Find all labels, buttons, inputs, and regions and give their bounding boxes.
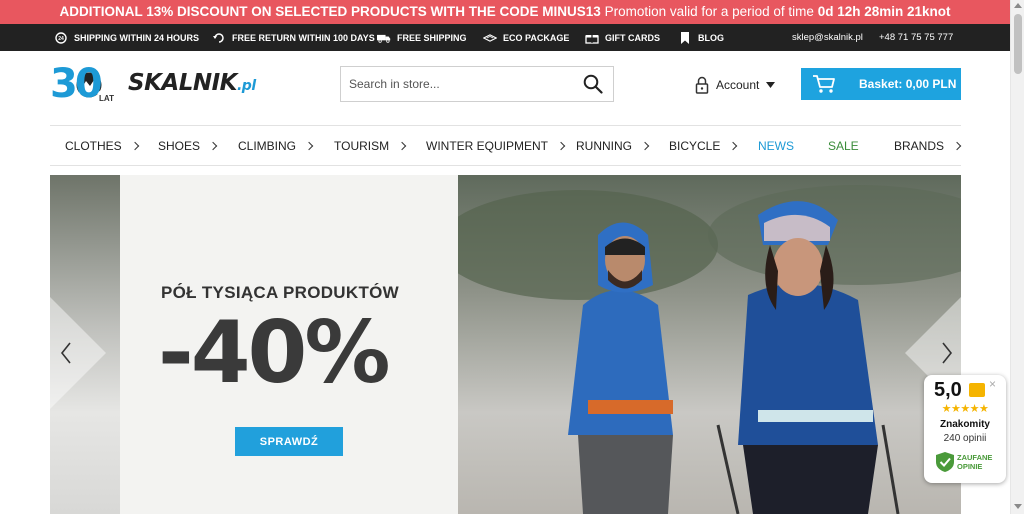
logo-tld: .pl [236, 78, 256, 94]
trust-rating-widget[interactable]: 5,0 × ★★★★★ Znakomity 240 opinii ZAUFANE… [924, 375, 1006, 483]
chevron-right-icon [729, 141, 738, 150]
svg-text:24: 24 [58, 36, 64, 42]
nav-item-label: RUNNING [576, 138, 632, 153]
chevron-right-icon [952, 141, 962, 150]
nav-item-news[interactable]: NEWS [758, 126, 794, 165]
page: ADDITIONAL 13% DISCOUNT ON SELECTED PROD… [0, 0, 1024, 514]
badge-line-1: ZAUFANE [957, 453, 993, 462]
chevron-right-icon [640, 141, 650, 150]
infobar-label: BLOG [698, 32, 724, 43]
nav-item-label: WINTER EQUIPMENT [426, 138, 548, 153]
thumbs-up-icon [969, 383, 985, 397]
caret-down-icon [766, 82, 776, 88]
nav-item-label: TOURISM [334, 138, 390, 153]
hero-banner[interactable]: PÓŁ TYSIĄCA PRODUKTÓW -40% SPRAWDŹ [50, 175, 961, 514]
nav-item-label: NEWS [758, 138, 794, 153]
bookmark-icon [681, 31, 689, 44]
nav-item-label: SHOES [158, 138, 201, 153]
account-label: Account [716, 78, 760, 92]
rating-stars: ★★★★★ [941, 403, 989, 415]
banner-cta-button[interactable]: SPRAWDŹ [235, 427, 343, 456]
lock-icon [695, 76, 709, 94]
return-icon [213, 32, 224, 43]
rating-label: Znakomity [939, 419, 990, 430]
infobar-label: FREE SHIPPING [397, 32, 467, 43]
hikers-illustration [438, 185, 961, 514]
search-input[interactable] [341, 67, 573, 101]
chevron-right-icon [304, 141, 314, 150]
nav-item-running[interactable]: RUNNING [576, 126, 650, 165]
search-button[interactable] [573, 67, 613, 101]
chevron-right-icon [130, 141, 139, 150]
shield-check-icon [936, 452, 954, 472]
infobar-gift-cards[interactable]: GIFT CARDS [585, 24, 660, 51]
chevron-right-icon [556, 141, 566, 150]
promo-countdown: 0d 12h 28min 21knot [817, 4, 951, 19]
infobar-label: FREE RETURN WITHIN 100 DAYS [232, 32, 375, 43]
account-menu[interactable]: Account [695, 74, 776, 96]
chevron-right-icon [208, 141, 218, 150]
chevron-right-icon [397, 141, 407, 150]
nav-item-climbing[interactable]: CLIMBING [238, 126, 314, 165]
gift-icon [585, 34, 599, 44]
infobar-label: GIFT CARDS [605, 32, 660, 43]
banner-hikers-photo [438, 175, 961, 514]
infobar-blog[interactable]: BLOG [678, 24, 724, 51]
promo-bar[interactable]: ADDITIONAL 13% DISCOUNT ON SELECTED PROD… [0, 0, 1010, 24]
logo-brand: SKALNIK.pl [128, 70, 256, 96]
basket-button[interactable]: Basket: 0,00 PLN [801, 68, 961, 100]
close-icon[interactable]: × [989, 377, 996, 391]
nav-item-shoes[interactable]: SHOES [158, 126, 218, 165]
nav-item-label: CLIMBING [238, 138, 297, 153]
infobar-free-shipping[interactable]: FREE SHIPPING [377, 24, 467, 51]
nav-divider-bottom [50, 165, 961, 166]
slider-prev-button[interactable] [50, 297, 106, 409]
badge-line-2: OPINIE [957, 462, 983, 471]
nav-item-label: CLOTHES [65, 138, 122, 153]
nav-item-label: BRANDS [894, 138, 945, 153]
infobar-shipping-24h[interactable]: 24 SHIPPING WITHIN 24 HOURS [54, 24, 199, 51]
nav-item-sale[interactable]: SALE [828, 126, 859, 165]
nav-item-brands[interactable]: BRANDS [894, 126, 962, 165]
truck-icon [377, 34, 391, 43]
promo-text: Promotion valid for a period of time [604, 4, 814, 19]
scroll-up-icon[interactable] [1014, 3, 1022, 8]
rating-score: 5,0 [934, 379, 962, 401]
page-scrollbar[interactable] [1010, 0, 1024, 514]
nav-item-label: SALE [828, 138, 859, 153]
nav-item-clothes[interactable]: CLOTHES [65, 126, 139, 165]
nav-item-winter-equipment[interactable]: WINTER EQUIPMENT [426, 126, 566, 165]
nav-item-tourism[interactable]: TOURISM [334, 126, 407, 165]
infobar-label: SHIPPING WITHIN 24 HOURS [74, 32, 200, 43]
promo-highlight: ADDITIONAL 13% DISCOUNT ON SELECTED PROD… [59, 4, 601, 19]
rating-count[interactable]: 240 opinii [924, 433, 1006, 444]
infobar-eco-package[interactable]: ECO PACKAGE [483, 24, 569, 51]
site-logo[interactable]: 30 LAT SKALNIK.pl [50, 61, 256, 107]
contact-email[interactable]: sklep@skalnik.pl [792, 24, 863, 51]
scroll-down-icon[interactable] [1014, 504, 1022, 509]
infobar-free-return[interactable]: FREE RETURN WITHIN 100 DAYS [212, 24, 375, 51]
logo-sub: LAT [99, 94, 114, 103]
scroll-thumb[interactable] [1014, 14, 1022, 74]
cart-icon [813, 75, 835, 93]
banner-discount: -40% [158, 303, 391, 403]
infobar-label: ECO PACKAGE [503, 32, 570, 43]
logo-number: 30 [50, 61, 103, 107]
eco-package-icon [483, 33, 497, 42]
search-box [340, 66, 614, 102]
search-icon [583, 74, 603, 94]
logo-brand-text: SKALNIK [128, 70, 237, 96]
clock-24-icon: 24 [55, 31, 67, 44]
trusted-reviews-badge: ZAUFANE OPINIE [957, 453, 992, 471]
banner-headline: PÓŁ TYSIĄCA PRODUKTÓW [161, 283, 399, 302]
basket-label: Basket: 0,00 PLN [859, 77, 957, 91]
nav-item-label: BICYCLE [669, 138, 721, 153]
contact-phone[interactable]: +48 71 75 75 777 [879, 24, 953, 51]
nav-item-bicycle[interactable]: BICYCLE [669, 126, 738, 165]
info-bar: 24 SHIPPING WITHIN 24 HOURS FREE RETURN … [0, 24, 1010, 51]
